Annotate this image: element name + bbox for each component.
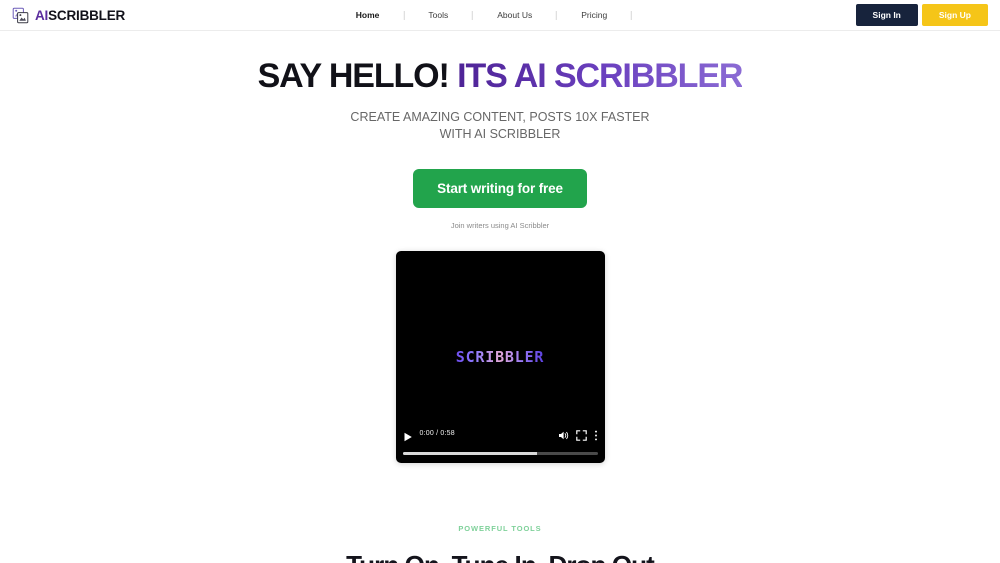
hero-title: SAY HELLO! ITS AI SCRIBBLER	[0, 57, 1000, 95]
brand-logo[interactable]: AISCRIBBLER	[12, 7, 125, 24]
brand-prefix: AI	[35, 7, 49, 23]
volume-icon[interactable]	[558, 428, 569, 440]
nav-item-home[interactable]: Home	[350, 10, 386, 20]
video-time-display: 0:00 / 0:58	[419, 430, 455, 438]
start-writing-button[interactable]: Start writing for free	[413, 168, 587, 208]
hero-cta-wrap: Start writing for free Join writers usin…	[0, 168, 1000, 230]
tools-title: Turn On, Tune In, Drop Out	[0, 550, 1000, 563]
site-header: AISCRIBBLER Home Tools About Us Pricing …	[0, 0, 1000, 31]
nav-item-tools[interactable]: Tools	[422, 10, 454, 20]
hero-section: SAY HELLO! ITS AI SCRIBBLER CREATE AMAZI…	[0, 31, 1000, 463]
scribbler-logo-icon	[12, 7, 29, 24]
tools-section: POWERFUL TOOLS Turn On, Tune In, Drop Ou…	[0, 524, 1000, 563]
hero-title-accent: ITS AI SCRIBBLER	[457, 57, 743, 95]
fullscreen-icon[interactable]	[575, 428, 587, 442]
nav-item-about-us[interactable]: About Us	[491, 10, 538, 20]
nav-separator	[631, 10, 633, 20]
auth-buttons: Sign In Sign Up	[855, 4, 988, 26]
video-controls-row: 0:00 / 0:58	[403, 421, 598, 447]
play-icon[interactable]	[403, 429, 413, 442]
hero-subtitle: CREATE AMAZING CONTENT, POSTS 10X FASTER…	[350, 110, 650, 141]
nav-separator	[556, 10, 558, 20]
more-options-icon[interactable]	[594, 428, 598, 441]
hero-title-plain: SAY HELLO!	[257, 57, 450, 95]
nav-item-pricing[interactable]: Pricing	[575, 10, 613, 20]
sign-in-button[interactable]: Sign In	[855, 4, 918, 26]
nav-separator	[472, 10, 474, 20]
brand-name: SCRIBBLER	[48, 7, 126, 23]
cta-note: Join writers using AI Scribbler	[450, 220, 550, 230]
video-buffered-range	[402, 451, 538, 455]
nav-separator	[403, 10, 405, 20]
main-nav: Home Tools About Us Pricing	[350, 10, 650, 20]
video-controls: 0:00 / 0:58	[396, 421, 605, 463]
video-brand-text: SCRIBBLER	[455, 347, 545, 366]
sign-up-button[interactable]: Sign Up	[921, 4, 988, 26]
video-player[interactable]: SCRIBBLER 0:00 / 0:58	[395, 250, 605, 463]
tools-eyebrow: POWERFUL TOOLS	[458, 523, 542, 533]
video-progress-bar[interactable]	[402, 451, 598, 455]
brand-text: AISCRIBBLER	[35, 8, 125, 23]
